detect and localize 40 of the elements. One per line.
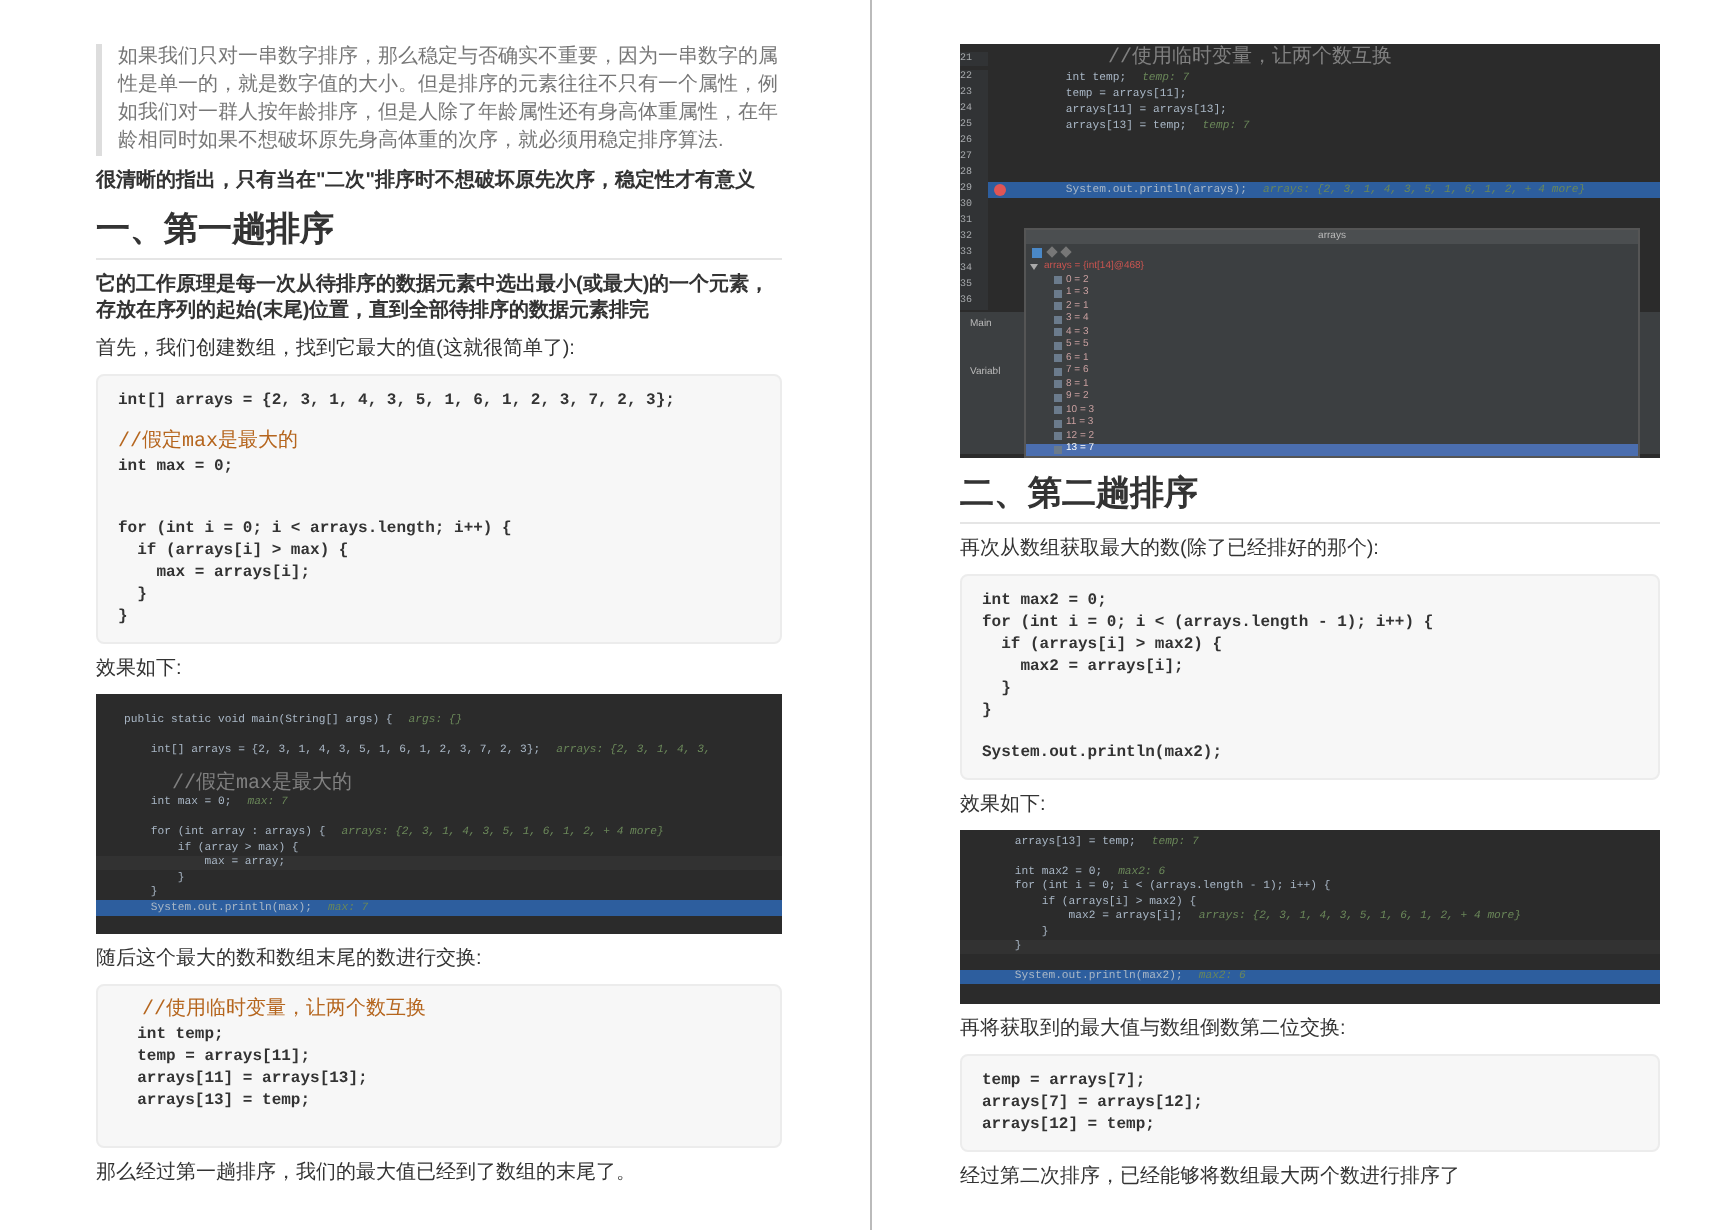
code-line: arrays[12] = temp; [982, 1113, 1155, 1135]
code-line: arrays[11] = arrays[13]; [135, 1068, 368, 1090]
code-line: temp = arrays[11]; [135, 1046, 311, 1068]
code-line: } [135, 584, 147, 606]
paragraph: 效果如下: [96, 656, 184, 682]
code-line: int max = 0; [118, 456, 234, 478]
paragraph: 经过第二次排序，已经能够将数组最大两个数进行排序了 [960, 1163, 1462, 1189]
code-line: max = arrays[i]; [154, 562, 311, 584]
code-line: System.out.println(max2); [982, 742, 1223, 764]
expand-arrow-icon[interactable] [1030, 264, 1038, 270]
code-line: int temp; [135, 1024, 224, 1046]
section-heading: 二、第二趟排序 [960, 470, 1660, 524]
code-line: for (int i = 0; i < arrays.length; i++) { [118, 518, 512, 540]
code-line: arrays[7] = arrays[12]; [982, 1091, 1203, 1113]
paragraph: 再次从数组获取最大的数(除了已经排好的那个): [960, 536, 1381, 562]
paragraph: 效果如下: [960, 792, 1048, 818]
code-line: int max2 = 0; [982, 590, 1107, 612]
paragraph: 再将获取到的最大值与数组倒数第二位交换: [960, 1015, 1348, 1041]
paragraph: 那么经过第一趟排序，我们的最大值已经到了数组的末尾了。 [96, 1160, 638, 1186]
code-line: if (arrays[i] > max) { [135, 540, 349, 562]
code-line: temp = arrays[7]; [982, 1069, 1146, 1091]
code-comment: //假定max是最大的 [170, 773, 353, 795]
code-line: arrays[13] = temp; [135, 1090, 311, 1112]
code-line: } [999, 678, 1011, 700]
code-line: for (int i = 0; i < (arrays.length - 1); i++) { [982, 612, 1434, 634]
code-line: } [982, 700, 992, 722]
code-comment: //假定max是最大的 [118, 432, 299, 456]
paragraph: 很清晰的指出，只有当在"二次"排序时不想破坏原先次序，稳定性才有意义 [96, 168, 757, 194]
section-heading: 一、第一趟排序 [96, 206, 782, 260]
quote-text: 如果我们只对一串数字排序，那么稳定与否确实不重要，因为一串数字的属性是单一的，就是数字值的大小。但是排序的元素往往不只有一个属性，例如我们对一群人按年龄排序，但是人除了年龄属性还有身高体重属性，在年龄相同时如果不想破坏原先身高体重的次序，就必须用稳定排序算法. [96, 44, 782, 156]
code-line: max2 = arrays[i]; [1018, 656, 1184, 678]
paragraph: 随后这个最大的数和数组末尾的数进行交换: [96, 946, 484, 972]
code-line: } [118, 606, 128, 628]
paragraph: 它的工作原理是每一次从待排序的数据元素中选出最小(或最大)的一个元素，存放在序列的起始(末尾)位置，直到全部待排序的数据元素排完 [96, 272, 772, 324]
code-line: if (arrays[i] > max2) { [999, 634, 1223, 656]
breakpoint-icon[interactable] [994, 184, 1006, 196]
code-comment: //使用临时变量，让两个数互换 [1106, 48, 1393, 70]
paragraph: 首先，我们创建数组，找到它最大的值(这就很简单了): [96, 336, 577, 362]
code-line: int[] arrays = {2, 3, 1, 4, 3, 5, 1, 6, 1, 2, 3, 7, 2, 3}; [118, 390, 675, 412]
code-comment: //使用临时变量，让两个数互换 [140, 1000, 427, 1024]
